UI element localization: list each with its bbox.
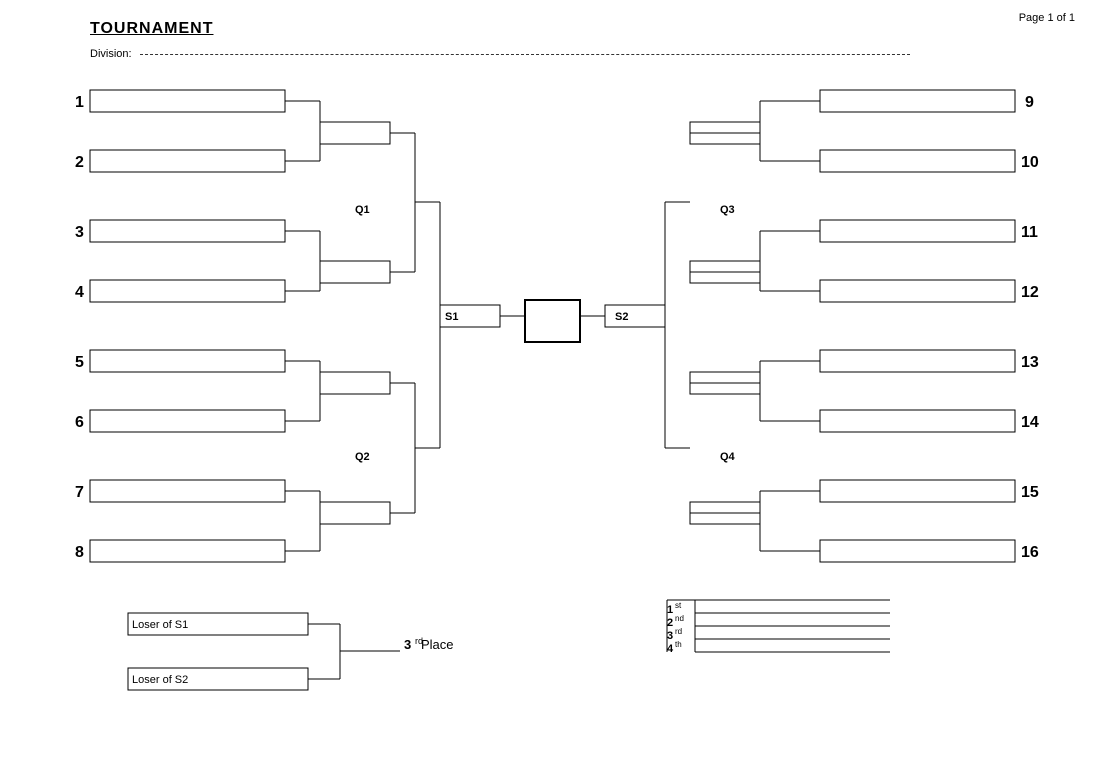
- svg-text:8: 8: [75, 544, 84, 561]
- svg-text:2: 2: [667, 617, 673, 629]
- svg-text:14: 14: [1021, 414, 1039, 431]
- svg-text:6: 6: [75, 414, 84, 431]
- svg-text:3: 3: [667, 630, 673, 642]
- svg-text:2: 2: [75, 154, 84, 171]
- svg-text:Q4: Q4: [720, 451, 736, 463]
- svg-text:4: 4: [667, 643, 674, 655]
- svg-text:rd: rd: [675, 627, 682, 636]
- svg-text:st: st: [675, 601, 682, 610]
- svg-text:Loser of S2: Loser of S2: [132, 674, 188, 686]
- division-line: Division:: [90, 48, 910, 60]
- svg-text:9: 9: [1025, 94, 1034, 111]
- svg-text:3: 3: [75, 224, 84, 241]
- svg-text:15: 15: [1021, 484, 1039, 501]
- svg-text:Q1: Q1: [355, 204, 370, 216]
- svg-text:10: 10: [1021, 154, 1039, 171]
- svg-text:Place: Place: [421, 637, 454, 652]
- tournament-title: TOURNAMENT: [90, 20, 213, 38]
- svg-text:5: 5: [75, 354, 84, 371]
- svg-text:1: 1: [667, 604, 673, 616]
- svg-text:13: 13: [1021, 354, 1039, 371]
- svg-text:S1: S1: [445, 311, 458, 323]
- page: Page 1 of 1 TOURNAMENT Division: 1 2 3 4: [0, 0, 1105, 773]
- svg-text:7: 7: [75, 484, 84, 501]
- svg-text:S2: S2: [615, 311, 628, 323]
- svg-text:Loser of S1: Loser of S1: [132, 619, 188, 631]
- svg-text:Q3: Q3: [720, 204, 735, 216]
- page-number: Page 1 of 1: [1019, 12, 1075, 24]
- svg-text:4: 4: [75, 284, 84, 301]
- svg-text:11: 11: [1021, 224, 1038, 241]
- svg-text:th: th: [675, 640, 682, 649]
- svg-text:Q2: Q2: [355, 451, 370, 463]
- svg-text:nd: nd: [675, 614, 684, 623]
- svg-text:16: 16: [1021, 544, 1039, 561]
- svg-text:12: 12: [1021, 284, 1039, 301]
- svg-text:3: 3: [404, 637, 411, 652]
- svg-text:1: 1: [75, 94, 84, 111]
